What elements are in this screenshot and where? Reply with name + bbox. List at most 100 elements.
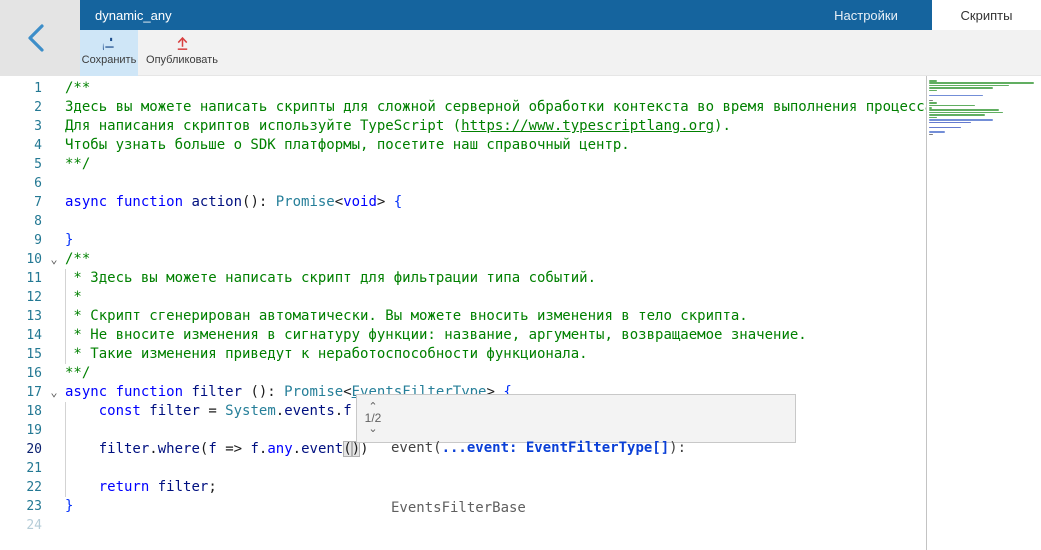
- code-line[interactable]: 9}: [0, 231, 926, 250]
- minimap-line: [929, 134, 933, 136]
- code-line-text: * Такие изменения приведут к неработоспо…: [65, 345, 588, 364]
- code-line[interactable]: 10⌄/**: [0, 250, 926, 269]
- back-chevron-icon: [20, 18, 56, 58]
- save-button-label: Сохранить: [82, 54, 137, 66]
- code-line-text: /**: [65, 79, 90, 98]
- code-line-text: Для написания скриптов используйте TypeS…: [65, 117, 731, 136]
- signature-body: event(...event: EventFilterType[]): Even…: [389, 395, 795, 442]
- code-line-text: }: [65, 231, 73, 250]
- line-number: 18: [0, 402, 42, 421]
- fold-chevron-icon[interactable]: ⌄: [46, 250, 62, 269]
- code-line[interactable]: 1 /**: [0, 79, 926, 98]
- minimap-line: [929, 105, 975, 107]
- minimap-line: [929, 82, 1034, 84]
- code-line-text: async function action(): Promise<void> {: [65, 193, 402, 212]
- line-number: 5: [0, 155, 42, 174]
- minimap-line: [929, 107, 932, 109]
- minimap-line: [929, 112, 1003, 114]
- minimap-line: [929, 131, 945, 133]
- minimap-line: [929, 117, 937, 119]
- tab-settings[interactable]: Настройки: [800, 0, 932, 30]
- code-line[interactable]: 15 * Такие изменения приведут к неработо…: [0, 345, 926, 364]
- code-line-text: Здесь вы можете написать скрипты для сло…: [65, 98, 926, 117]
- line-number: 13: [0, 307, 42, 326]
- minimap-line: [929, 80, 937, 82]
- code-line-text: * Не вносите изменения в сигнатуру функц…: [65, 326, 807, 345]
- line-number: 20: [0, 440, 42, 459]
- line-number: 24: [0, 516, 42, 535]
- minimap-line: [929, 85, 1009, 87]
- publish-button[interactable]: Опубликовать: [138, 30, 226, 76]
- code-editor[interactable]: 1 /** 2 Здесь вы можете написать скрипты дл…: [0, 76, 1041, 550]
- parameter-hints-widget: ⌃ 1/2 ⌄ event(...event: EventFilterType[…: [356, 394, 796, 443]
- line-number: 11: [0, 269, 42, 288]
- line-number: 22: [0, 478, 42, 497]
- code-line[interactable]: 2 Здесь вы можете написать скрипты для сл…: [0, 98, 926, 117]
- app-window: dynamic_any Настройки Скрипты Сохранить …: [0, 0, 1041, 550]
- code-line-text: }: [65, 497, 73, 516]
- line-number: 9: [0, 231, 42, 250]
- fold-chevron-icon[interactable]: ⌄: [46, 383, 62, 402]
- code-line[interactable]: 7async function action(): Promise<void> …: [0, 193, 926, 212]
- code-line[interactable]: 8: [0, 212, 926, 231]
- line-number: 19: [0, 421, 42, 440]
- indent-guide: [65, 402, 66, 497]
- code-line-text: Чтобы узнать больше о SDK платформы, пос…: [65, 136, 630, 155]
- page-title: dynamic_any: [80, 8, 172, 23]
- titlebar: dynamic_any Настройки: [80, 0, 932, 30]
- line-number: 6: [0, 174, 42, 193]
- toolbar: Сохранить Опубликовать: [80, 30, 1041, 76]
- code-line-text: filter.where(f => f.any.event()): [65, 440, 369, 459]
- minimap-line: [929, 95, 983, 97]
- code-line[interactable]: 13 * Скрипт сгенерирован автоматически. …: [0, 307, 926, 326]
- line-number: 15: [0, 345, 42, 364]
- code-line[interactable]: 4 Чтобы узнать больше о SDK платформы, по…: [0, 136, 926, 155]
- line-number: 3: [0, 117, 42, 136]
- code-line-text: return filter;: [65, 478, 217, 497]
- next-signature-button[interactable]: ⌄: [368, 425, 377, 434]
- parameter-hints-controls: ⌃ 1/2 ⌄: [357, 395, 389, 442]
- minimap-line: [929, 90, 937, 92]
- line-number: 10: [0, 250, 42, 269]
- code-line-text: **/: [65, 155, 90, 174]
- minimap-line: [929, 87, 993, 89]
- code-line[interactable]: 6: [0, 174, 926, 193]
- minimap-line: [929, 114, 985, 116]
- publish-button-label: Опубликовать: [146, 54, 218, 66]
- minimap-line: [929, 122, 971, 124]
- minimap-line: [929, 109, 999, 111]
- line-number: 14: [0, 326, 42, 345]
- signature-line: event(...event: EventFilterType[]):: [391, 438, 789, 458]
- minimap-line: [929, 119, 993, 121]
- code-line[interactable]: 3 Для написания скриптов используйте Type…: [0, 117, 926, 136]
- publish-upload-icon: [174, 35, 191, 52]
- line-number: 17: [0, 383, 42, 402]
- back-panel: [0, 0, 80, 76]
- code-line-text: * Скрипт сгенерирован автоматически. Вы …: [65, 307, 748, 326]
- line-number: 1: [0, 79, 42, 98]
- line-number: 12: [0, 288, 42, 307]
- code-line-text: **/: [65, 364, 90, 383]
- code-line[interactable]: 12 *: [0, 288, 926, 307]
- line-number: 23: [0, 497, 42, 516]
- code-line[interactable]: 14 * Не вносите изменения в сигнатуру фу…: [0, 326, 926, 345]
- minimap-line: [929, 102, 937, 104]
- save-floppy-icon: [101, 35, 118, 52]
- line-number: 16: [0, 364, 42, 383]
- code-line-text: *: [65, 288, 82, 307]
- code-line[interactable]: 5 **/: [0, 155, 926, 174]
- indent-guide: [65, 269, 66, 364]
- back-button[interactable]: [20, 18, 56, 58]
- save-button[interactable]: Сохранить: [80, 30, 138, 76]
- tab-scripts[interactable]: Скрипты: [932, 0, 1041, 30]
- minimap-line: [929, 127, 961, 129]
- code-line-text: /**: [65, 250, 90, 269]
- line-number: 2: [0, 98, 42, 117]
- code-line-text: * Здесь вы можете написать скрипт для фи…: [65, 269, 596, 288]
- code-line[interactable]: 16 **/: [0, 364, 926, 383]
- minimap-border: [926, 76, 927, 550]
- code-line-text: const filter = System.events.f: [65, 402, 352, 421]
- line-number: 4: [0, 136, 42, 155]
- minimap[interactable]: [929, 80, 1035, 150]
- code-line[interactable]: 11 * Здесь вы можете написать скрипт для…: [0, 269, 926, 288]
